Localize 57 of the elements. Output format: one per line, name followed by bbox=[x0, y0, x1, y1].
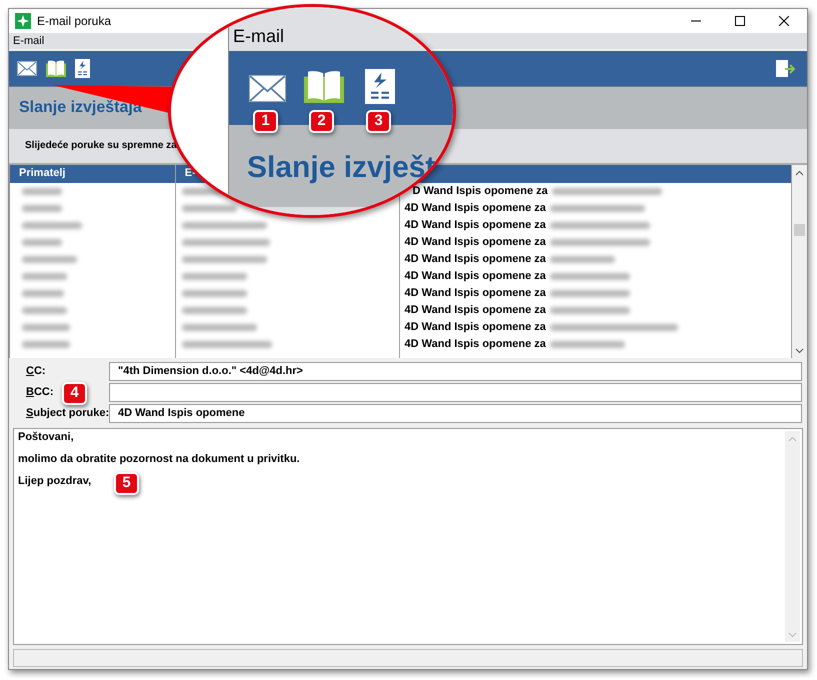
redacted-email bbox=[182, 306, 247, 314]
attachment-text: 4D Wand Ispis opomene za bbox=[404, 234, 546, 250]
attachment-text: 4D Wand Ispis opomene za bbox=[404, 218, 546, 233]
number-badge: 5 bbox=[114, 472, 139, 495]
envelope-icon[interactable] bbox=[17, 60, 37, 76]
book-icon bbox=[304, 70, 344, 103]
redacted-email bbox=[182, 204, 237, 212]
redacted-name bbox=[22, 222, 82, 229]
page-title: Slanje izvještaja bbox=[19, 98, 142, 118]
attachment-text: 4D Wand Ispis opomene za bbox=[404, 320, 546, 335]
attachment-text: 4D Wand Ispis opomene za bbox=[404, 200, 546, 216]
field-label: CC: bbox=[26, 364, 46, 380]
envelope-icon bbox=[249, 75, 286, 102]
instruction-text: Slijedeće poruke su spremne za bbox=[25, 139, 177, 154]
message-line: Lijep pozdrav, bbox=[18, 474, 92, 487]
attachment-text: 4D Wand Ispis opomene za bbox=[404, 268, 546, 284]
attachment-text: 4D Wand Ispis opomene za bbox=[404, 252, 546, 267]
redacted-filename bbox=[550, 256, 615, 263]
document-icon[interactable] bbox=[75, 58, 90, 78]
number-badge: 1 bbox=[253, 110, 278, 133]
redacted-name bbox=[22, 204, 62, 212]
scroll-thumb[interactable] bbox=[794, 224, 805, 236]
redacted-name bbox=[22, 306, 67, 314]
redacted-name bbox=[22, 238, 62, 246]
input-field[interactable]: 4D Wand Ispis opomene bbox=[109, 404, 802, 423]
number-badge: 2 bbox=[309, 110, 334, 133]
redacted-name bbox=[22, 256, 77, 263]
document-icon bbox=[365, 69, 395, 104]
number-badge: 4 bbox=[62, 382, 87, 405]
attachment-text: 4D Wand Ispis opomene za bbox=[404, 302, 546, 318]
redacted-name bbox=[22, 340, 70, 348]
attachment-text: 4D Wand Ispis opomene za bbox=[404, 336, 546, 352]
scroll-up-icon[interactable] bbox=[795, 170, 804, 176]
window-title: E-mail poruka bbox=[37, 13, 112, 30]
input-field[interactable] bbox=[109, 383, 802, 402]
input-field[interactable]: "4th Dimension d.o.o." <4d@4d.hr> bbox=[109, 362, 802, 381]
message-line: molimo da obratite pozornost na dokument u privitku. bbox=[18, 452, 300, 465]
number-badge: 3 bbox=[366, 110, 391, 133]
message-line: Poštovani, bbox=[18, 430, 74, 443]
close-icon bbox=[779, 16, 789, 26]
attachment-text: 4D Wand Ispis opomene za bbox=[404, 286, 546, 301]
app-icon bbox=[15, 13, 31, 29]
book-icon[interactable] bbox=[46, 60, 66, 77]
field-label: Subject poruke: bbox=[26, 406, 110, 422]
redacted-name bbox=[22, 324, 70, 331]
redacted-name bbox=[22, 188, 62, 195]
redacted-name bbox=[22, 272, 67, 280]
redacted-name bbox=[22, 290, 64, 297]
field-label: BCC: bbox=[26, 385, 54, 400]
maximize-icon bbox=[735, 16, 745, 26]
redacted-email bbox=[182, 272, 247, 280]
column-header: Primatelj bbox=[10, 164, 175, 183]
attachment-text: D Wand Ispis opomene za bbox=[412, 184, 548, 199]
redacted-email bbox=[182, 290, 247, 297]
menu-item[interactable]: E-mail bbox=[13, 32, 44, 50]
scroll-down-icon[interactable] bbox=[795, 348, 804, 354]
exit-icon[interactable] bbox=[776, 58, 795, 78]
